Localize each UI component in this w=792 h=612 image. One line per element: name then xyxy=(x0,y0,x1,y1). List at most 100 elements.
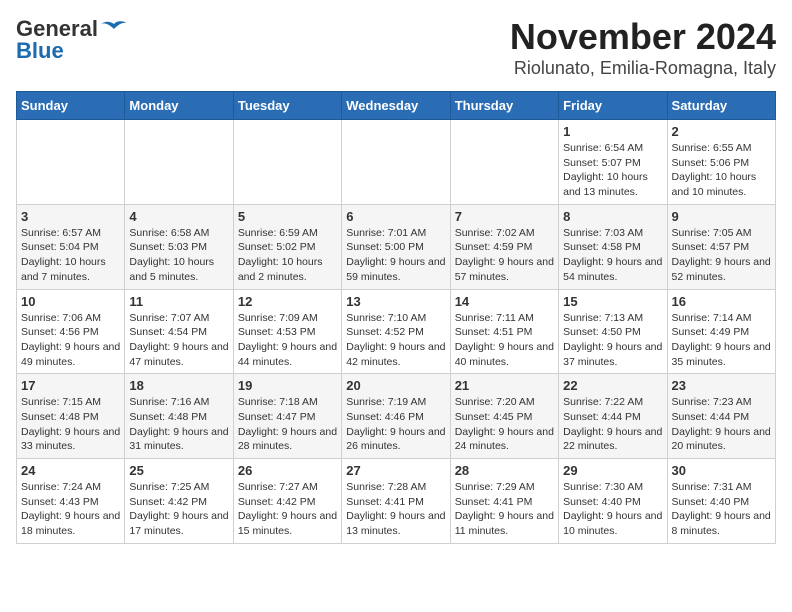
calendar-cell: 3Sunrise: 6:57 AM Sunset: 5:04 PM Daylig… xyxy=(17,204,125,289)
calendar-cell: 11 Sunrise: 7:07 AM Sunset: 4:54 PM Dayli… xyxy=(125,289,233,374)
day-number: 13 xyxy=(346,294,445,309)
calendar-cell: 16 Sunrise: 7:14 AM Sunset: 4:49 PM Dayli… xyxy=(667,289,775,374)
day-number: 27 xyxy=(346,463,445,478)
day-number: 28 xyxy=(455,463,554,478)
day-info: Sunrise: 7:10 AM Sunset: 4:52 PM Dayligh… xyxy=(346,311,445,370)
day-number: 9 xyxy=(672,209,771,224)
calendar-cell: 24 Sunrise: 7:24 AM Sunset: 4:43 PM Dayli… xyxy=(17,459,125,544)
calendar-cell: 2 Sunrise: 6:55 AM Sunset: 5:06 PM Daylig… xyxy=(667,120,775,205)
calendar-cell: 25Sunrise: 7:25 AM Sunset: 4:42 PM Dayli… xyxy=(125,459,233,544)
page-header: General Blue November 2024 Riolunato, Em… xyxy=(16,16,776,79)
day-info: Sunrise: 7:01 AM Sunset: 5:00 PM Dayligh… xyxy=(346,226,445,285)
calendar-cell xyxy=(17,120,125,205)
day-info: Sunrise: 7:02 AM Sunset: 4:59 PM Dayligh… xyxy=(455,226,554,285)
day-header-thursday: Thursday xyxy=(450,92,558,120)
calendar-cell xyxy=(125,120,233,205)
day-info: Sunrise: 6:59 AM Sunset: 5:02 PM Dayligh… xyxy=(238,226,337,285)
day-number: 29 xyxy=(563,463,662,478)
day-header-saturday: Saturday xyxy=(667,92,775,120)
day-info: Sunrise: 7:31 AM Sunset: 4:40 PM Dayligh… xyxy=(672,480,771,539)
calendar-week-row: 10 Sunrise: 7:06 AM Sunset: 4:56 PM Dayli… xyxy=(17,289,776,374)
day-info: Sunrise: 7:14 AM Sunset: 4:49 PM Dayligh… xyxy=(672,311,771,370)
calendar-cell: 29 Sunrise: 7:30 AM Sunset: 4:40 PM Dayli… xyxy=(559,459,667,544)
day-number: 10 xyxy=(21,294,120,309)
day-info: Sunrise: 7:15 AM Sunset: 4:48 PM Dayligh… xyxy=(21,395,120,454)
day-info: Sunrise: 7:22 AM Sunset: 4:44 PM Dayligh… xyxy=(563,395,662,454)
calendar-cell: 4Sunrise: 6:58 AM Sunset: 5:03 PM Daylig… xyxy=(125,204,233,289)
logo-blue: Blue xyxy=(16,38,64,64)
day-number: 5 xyxy=(238,209,337,224)
calendar-cell: 23 Sunrise: 7:23 AM Sunset: 4:44 PM Dayli… xyxy=(667,374,775,459)
logo-bird-icon xyxy=(100,20,128,38)
day-number: 8 xyxy=(563,209,662,224)
day-number: 19 xyxy=(238,378,337,393)
calendar-week-row: 3Sunrise: 6:57 AM Sunset: 5:04 PM Daylig… xyxy=(17,204,776,289)
calendar-cell: 13 Sunrise: 7:10 AM Sunset: 4:52 PM Dayli… xyxy=(342,289,450,374)
calendar-cell: 6 Sunrise: 7:01 AM Sunset: 5:00 PM Daylig… xyxy=(342,204,450,289)
calendar-cell xyxy=(342,120,450,205)
day-info: Sunrise: 7:13 AM Sunset: 4:50 PM Dayligh… xyxy=(563,311,662,370)
day-info: Sunrise: 7:03 AM Sunset: 4:58 PM Dayligh… xyxy=(563,226,662,285)
day-info: Sunrise: 7:29 AM Sunset: 4:41 PM Dayligh… xyxy=(455,480,554,539)
calendar-cell xyxy=(233,120,341,205)
calendar-cell: 28 Sunrise: 7:29 AM Sunset: 4:41 PM Dayli… xyxy=(450,459,558,544)
day-header-friday: Friday xyxy=(559,92,667,120)
calendar-cell: 15 Sunrise: 7:13 AM Sunset: 4:50 PM Dayli… xyxy=(559,289,667,374)
day-info: Sunrise: 6:55 AM Sunset: 5:06 PM Dayligh… xyxy=(672,141,771,200)
calendar-cell: 26Sunrise: 7:27 AM Sunset: 4:42 PM Dayli… xyxy=(233,459,341,544)
day-number: 25 xyxy=(129,463,228,478)
calendar-header-row: SundayMondayTuesdayWednesdayThursdayFrid… xyxy=(17,92,776,120)
day-number: 16 xyxy=(672,294,771,309)
day-info: Sunrise: 7:06 AM Sunset: 4:56 PM Dayligh… xyxy=(21,311,120,370)
page-subtitle: Riolunato, Emilia-Romagna, Italy xyxy=(510,58,776,79)
calendar-week-row: 24 Sunrise: 7:24 AM Sunset: 4:43 PM Dayli… xyxy=(17,459,776,544)
day-info: Sunrise: 7:18 AM Sunset: 4:47 PM Dayligh… xyxy=(238,395,337,454)
day-info: Sunrise: 7:07 AM Sunset: 4:54 PM Dayligh… xyxy=(129,311,228,370)
day-info: Sunrise: 7:28 AM Sunset: 4:41 PM Dayligh… xyxy=(346,480,445,539)
calendar-cell: 7 Sunrise: 7:02 AM Sunset: 4:59 PM Daylig… xyxy=(450,204,558,289)
day-number: 17 xyxy=(21,378,120,393)
day-info: Sunrise: 7:27 AM Sunset: 4:42 PM Dayligh… xyxy=(238,480,337,539)
day-header-sunday: Sunday xyxy=(17,92,125,120)
day-info: Sunrise: 7:19 AM Sunset: 4:46 PM Dayligh… xyxy=(346,395,445,454)
calendar-cell: 1Sunrise: 6:54 AM Sunset: 5:07 PM Daylig… xyxy=(559,120,667,205)
day-number: 20 xyxy=(346,378,445,393)
calendar-cell: 30 Sunrise: 7:31 AM Sunset: 4:40 PM Dayli… xyxy=(667,459,775,544)
day-info: Sunrise: 7:11 AM Sunset: 4:51 PM Dayligh… xyxy=(455,311,554,370)
day-number: 22 xyxy=(563,378,662,393)
day-number: 24 xyxy=(21,463,120,478)
day-info: Sunrise: 7:24 AM Sunset: 4:43 PM Dayligh… xyxy=(21,480,120,539)
page-title: November 2024 xyxy=(510,16,776,58)
calendar-cell: 9Sunrise: 7:05 AM Sunset: 4:57 PM Daylig… xyxy=(667,204,775,289)
day-info: Sunrise: 6:54 AM Sunset: 5:07 PM Dayligh… xyxy=(563,141,662,200)
day-number: 30 xyxy=(672,463,771,478)
logo: General Blue xyxy=(16,16,128,64)
calendar-cell: 20 Sunrise: 7:19 AM Sunset: 4:46 PM Dayli… xyxy=(342,374,450,459)
calendar-table: SundayMondayTuesdayWednesdayThursdayFrid… xyxy=(16,91,776,544)
day-header-monday: Monday xyxy=(125,92,233,120)
day-number: 3 xyxy=(21,209,120,224)
day-info: Sunrise: 7:16 AM Sunset: 4:48 PM Dayligh… xyxy=(129,395,228,454)
calendar-cell: 5 Sunrise: 6:59 AM Sunset: 5:02 PM Daylig… xyxy=(233,204,341,289)
day-info: Sunrise: 7:23 AM Sunset: 4:44 PM Dayligh… xyxy=(672,395,771,454)
day-number: 7 xyxy=(455,209,554,224)
day-info: Sunrise: 7:20 AM Sunset: 4:45 PM Dayligh… xyxy=(455,395,554,454)
day-number: 2 xyxy=(672,124,771,139)
day-info: Sunrise: 7:30 AM Sunset: 4:40 PM Dayligh… xyxy=(563,480,662,539)
calendar-cell: 12Sunrise: 7:09 AM Sunset: 4:53 PM Dayli… xyxy=(233,289,341,374)
day-number: 4 xyxy=(129,209,228,224)
day-number: 15 xyxy=(563,294,662,309)
day-number: 6 xyxy=(346,209,445,224)
day-header-tuesday: Tuesday xyxy=(233,92,341,120)
day-header-wednesday: Wednesday xyxy=(342,92,450,120)
calendar-cell: 14 Sunrise: 7:11 AM Sunset: 4:51 PM Dayli… xyxy=(450,289,558,374)
calendar-cell: 21Sunrise: 7:20 AM Sunset: 4:45 PM Dayli… xyxy=(450,374,558,459)
calendar-cell: 19 Sunrise: 7:18 AM Sunset: 4:47 PM Dayli… xyxy=(233,374,341,459)
calendar-week-row: 17 Sunrise: 7:15 AM Sunset: 4:48 PM Dayli… xyxy=(17,374,776,459)
calendar-cell: 18Sunrise: 7:16 AM Sunset: 4:48 PM Dayli… xyxy=(125,374,233,459)
day-number: 23 xyxy=(672,378,771,393)
calendar-cell: 10 Sunrise: 7:06 AM Sunset: 4:56 PM Dayli… xyxy=(17,289,125,374)
day-number: 11 xyxy=(129,294,228,309)
day-number: 14 xyxy=(455,294,554,309)
title-section: November 2024 Riolunato, Emilia-Romagna,… xyxy=(510,16,776,79)
